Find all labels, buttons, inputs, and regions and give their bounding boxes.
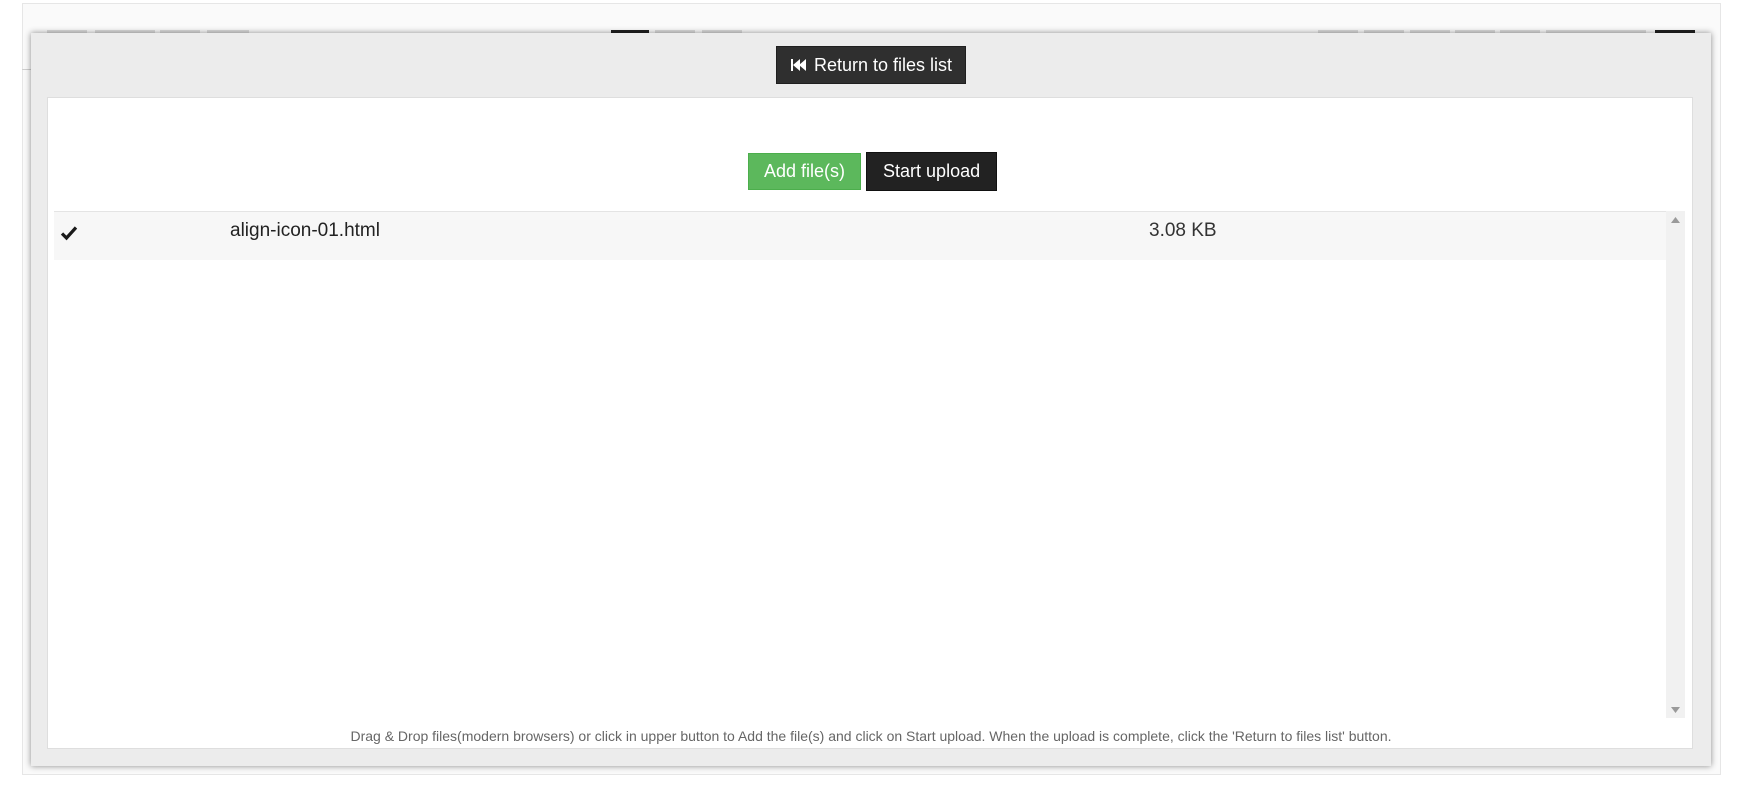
- scroll-up-arrow-icon[interactable]: [1666, 211, 1685, 228]
- return-to-files-list-button[interactable]: Return to files list: [776, 46, 966, 84]
- start-upload-button[interactable]: Start upload: [866, 152, 998, 191]
- file-name: align-icon-01.html: [230, 220, 380, 241]
- add-files-label: Add file(s): [764, 161, 846, 181]
- upload-instructions: Drag & Drop files(modern browsers) or cl…: [350, 728, 1392, 744]
- upload-button-group: Add file(s) Start upload: [748, 152, 998, 191]
- upload-panel: Add file(s) Start upload align-icon-01.h…: [47, 97, 1693, 749]
- return-button-label: Return to files list: [813, 54, 953, 75]
- upload-dialog: Return to files list Add file(s) Start u…: [31, 33, 1711, 766]
- file-size: 3.08 KB: [1149, 220, 1217, 241]
- file-list-scrollbar[interactable]: [1666, 211, 1685, 718]
- add-files-button[interactable]: Add file(s): [748, 153, 862, 190]
- fast-backward-icon: [790, 58, 808, 72]
- start-upload-label: Start upload: [883, 161, 981, 181]
- file-queue-list[interactable]: align-icon-01.html 3.08 KB: [54, 211, 1666, 719]
- check-icon: [60, 224, 78, 242]
- file-row[interactable]: align-icon-01.html 3.08 KB: [54, 212, 1666, 260]
- scroll-down-arrow-icon[interactable]: [1666, 701, 1685, 718]
